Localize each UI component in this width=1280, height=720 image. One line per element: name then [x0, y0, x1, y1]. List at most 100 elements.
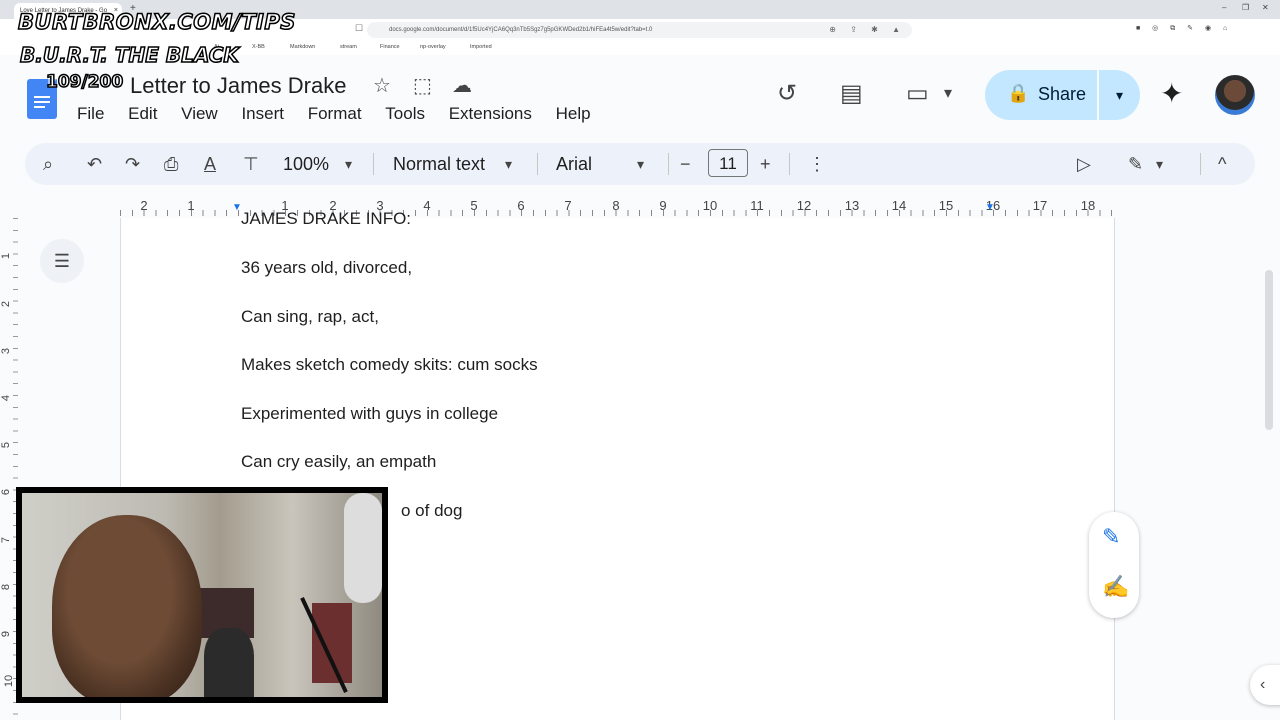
spellcheck-icon[interactable]: A: [204, 143, 216, 185]
doc-paragraph[interactable]: o of dog: [401, 501, 462, 521]
address-bar[interactable]: docs.google.com/document/d/1f5Uc4YjCA6Qq…: [367, 22, 912, 38]
vruler-label: 10: [3, 674, 16, 688]
doc-paragraph[interactable]: Makes sketch comedy skits: cum socks: [241, 355, 538, 375]
doc-paragraph[interactable]: JAMES DRAKE INFO:: [241, 209, 411, 229]
close-window-button[interactable]: ✕: [1262, 3, 1269, 12]
decrease-font-size-icon[interactable]: −: [680, 143, 691, 185]
menu-insert[interactable]: Insert: [241, 104, 284, 124]
side-panel-collapse-icon[interactable]: ‹: [1250, 665, 1280, 705]
document-title[interactable]: Letter to James Drake: [130, 73, 346, 99]
ruler-label: 11: [750, 198, 764, 213]
toolbar-divider: [537, 153, 538, 175]
paragraph-style-select[interactable]: Normal text: [393, 143, 485, 185]
toolbar-divider: [1200, 153, 1201, 175]
font-size-input[interactable]: 11: [708, 149, 748, 177]
share-dropdown-button[interactable]: ▾: [1099, 70, 1140, 120]
avatar[interactable]: [1215, 75, 1255, 115]
vruler-label: 2: [0, 300, 13, 308]
zoom-caret-icon[interactable]: ▾: [345, 143, 352, 185]
omnibox-icons[interactable]: ⊕ ⇪ ✱ ▲: [829, 22, 906, 38]
undo-icon[interactable]: ↶: [87, 143, 102, 185]
menu-format[interactable]: Format: [308, 104, 362, 124]
bookmark-page-icon[interactable]: ☐: [355, 23, 363, 34]
editing-mode-icon[interactable]: ✎: [1128, 143, 1143, 185]
menu-tools[interactable]: Tools: [385, 104, 425, 124]
cloud-status-icon[interactable]: ☁: [452, 73, 472, 98]
docs-header: Letter to James Drake ☆ ⬚ ☁ File Edit Vi…: [0, 55, 1280, 135]
doc-paragraph[interactable]: 36 years old, divorced,: [241, 258, 412, 278]
menu-view[interactable]: View: [181, 104, 218, 124]
version-history-icon[interactable]: ↺: [777, 79, 797, 108]
ruler-label: 4: [423, 198, 431, 213]
extension-icons[interactable]: ■ ◎ ⧉ ✎ ◉ ⌂: [1136, 24, 1232, 33]
ruler-label: 9: [659, 198, 667, 213]
ruler-label: 13: [844, 198, 860, 213]
help-me-write-icon[interactable]: ✎: [1102, 524, 1120, 550]
gemini-icon[interactable]: ✦: [1160, 77, 1183, 110]
menu-help[interactable]: Help: [556, 104, 591, 124]
bookmark-item[interactable]: stream: [340, 44, 357, 50]
document-outline-icon[interactable]: ☰: [40, 239, 84, 283]
webcam-video: [22, 493, 382, 697]
menu-bar: File Edit View Insert Format Tools Exten…: [77, 104, 610, 124]
doc-paragraph[interactable]: Can cry easily, an empath: [241, 452, 436, 472]
suggest-edits-icon[interactable]: ✍: [1102, 574, 1129, 600]
move-folder-icon[interactable]: ⬚: [413, 73, 432, 98]
star-icon[interactable]: ☆: [373, 73, 391, 98]
zoom-select[interactable]: 100%: [283, 143, 329, 185]
share-button[interactable]: 🔒 Share: [985, 70, 1097, 120]
menu-edit[interactable]: Edit: [128, 104, 157, 124]
toolbar-divider: [789, 153, 790, 175]
ruler-label: 17: [1032, 198, 1048, 213]
maximize-button[interactable]: ❐: [1242, 3, 1249, 12]
ruler-label: 7: [564, 198, 572, 213]
menu-extensions[interactable]: Extensions: [449, 104, 532, 124]
vruler-label: 9: [0, 630, 13, 638]
redo-icon[interactable]: ↷: [125, 143, 140, 185]
right-indent-marker[interactable]: ▼: [985, 202, 995, 213]
vruler-label: 6: [0, 488, 13, 496]
toolbar-divider: [373, 153, 374, 175]
increase-font-size-icon[interactable]: +: [760, 143, 771, 185]
toolbar-divider: [668, 153, 669, 175]
doc-paragraph[interactable]: Can sing, rap, act,: [241, 307, 379, 327]
vruler-label: 4: [0, 394, 13, 402]
search-menus-icon[interactable]: ⌕: [43, 143, 53, 185]
bookmark-item[interactable]: Markdown: [290, 44, 315, 50]
overlay-name-text: B.U.R.T. THE BLACK: [19, 42, 239, 68]
paint-format-icon[interactable]: ⊤: [243, 143, 259, 185]
vruler-label: 7: [0, 536, 13, 544]
bookmark-item[interactable]: np-overlay: [420, 44, 446, 50]
vertical-scrollbar[interactable]: [1265, 270, 1273, 430]
comments-icon[interactable]: ▤: [840, 79, 863, 108]
font-family-select[interactable]: Arial: [556, 143, 592, 185]
vruler-label: 8: [0, 583, 13, 591]
floating-side-tools: ✎ ✍: [1089, 512, 1139, 618]
meet-icon[interactable]: ▭: [906, 79, 929, 108]
ruler-label: 5: [470, 198, 478, 213]
overlay-counter-text: 109/200: [45, 71, 124, 93]
style-caret-icon[interactable]: ▾: [505, 143, 512, 185]
vruler-label: 3: [0, 347, 13, 355]
font-caret-icon[interactable]: ▾: [637, 143, 644, 185]
bookmark-item[interactable]: Finance: [380, 44, 400, 50]
minimize-button[interactable]: –: [1222, 3, 1226, 12]
ruler-label: 6: [517, 198, 525, 213]
share-label: Share: [1038, 84, 1087, 104]
ruler-label: 18: [1080, 198, 1096, 213]
bookmark-item[interactable]: X-BB: [252, 44, 265, 50]
menu-file[interactable]: File: [77, 104, 104, 124]
editing-mode-caret-icon[interactable]: ▾: [1156, 143, 1163, 185]
share-button-group: 🔒 Share ▾: [985, 70, 1140, 120]
more-options-icon[interactable]: ⋮: [808, 143, 826, 185]
ruler-label: 10: [702, 198, 718, 213]
meet-caret-icon[interactable]: ▾: [944, 83, 952, 103]
doc-paragraph[interactable]: Experimented with guys in college: [241, 404, 498, 424]
hide-menus-icon[interactable]: ^: [1218, 143, 1226, 185]
play-icon[interactable]: ▷: [1077, 143, 1091, 185]
ruler-label: 2: [140, 198, 148, 213]
lock-icon: 🔒: [1007, 83, 1030, 103]
bookmark-item[interactable]: Imported: [470, 44, 492, 50]
ruler-label: 1: [187, 198, 195, 213]
print-icon[interactable]: ⎙: [164, 143, 178, 185]
